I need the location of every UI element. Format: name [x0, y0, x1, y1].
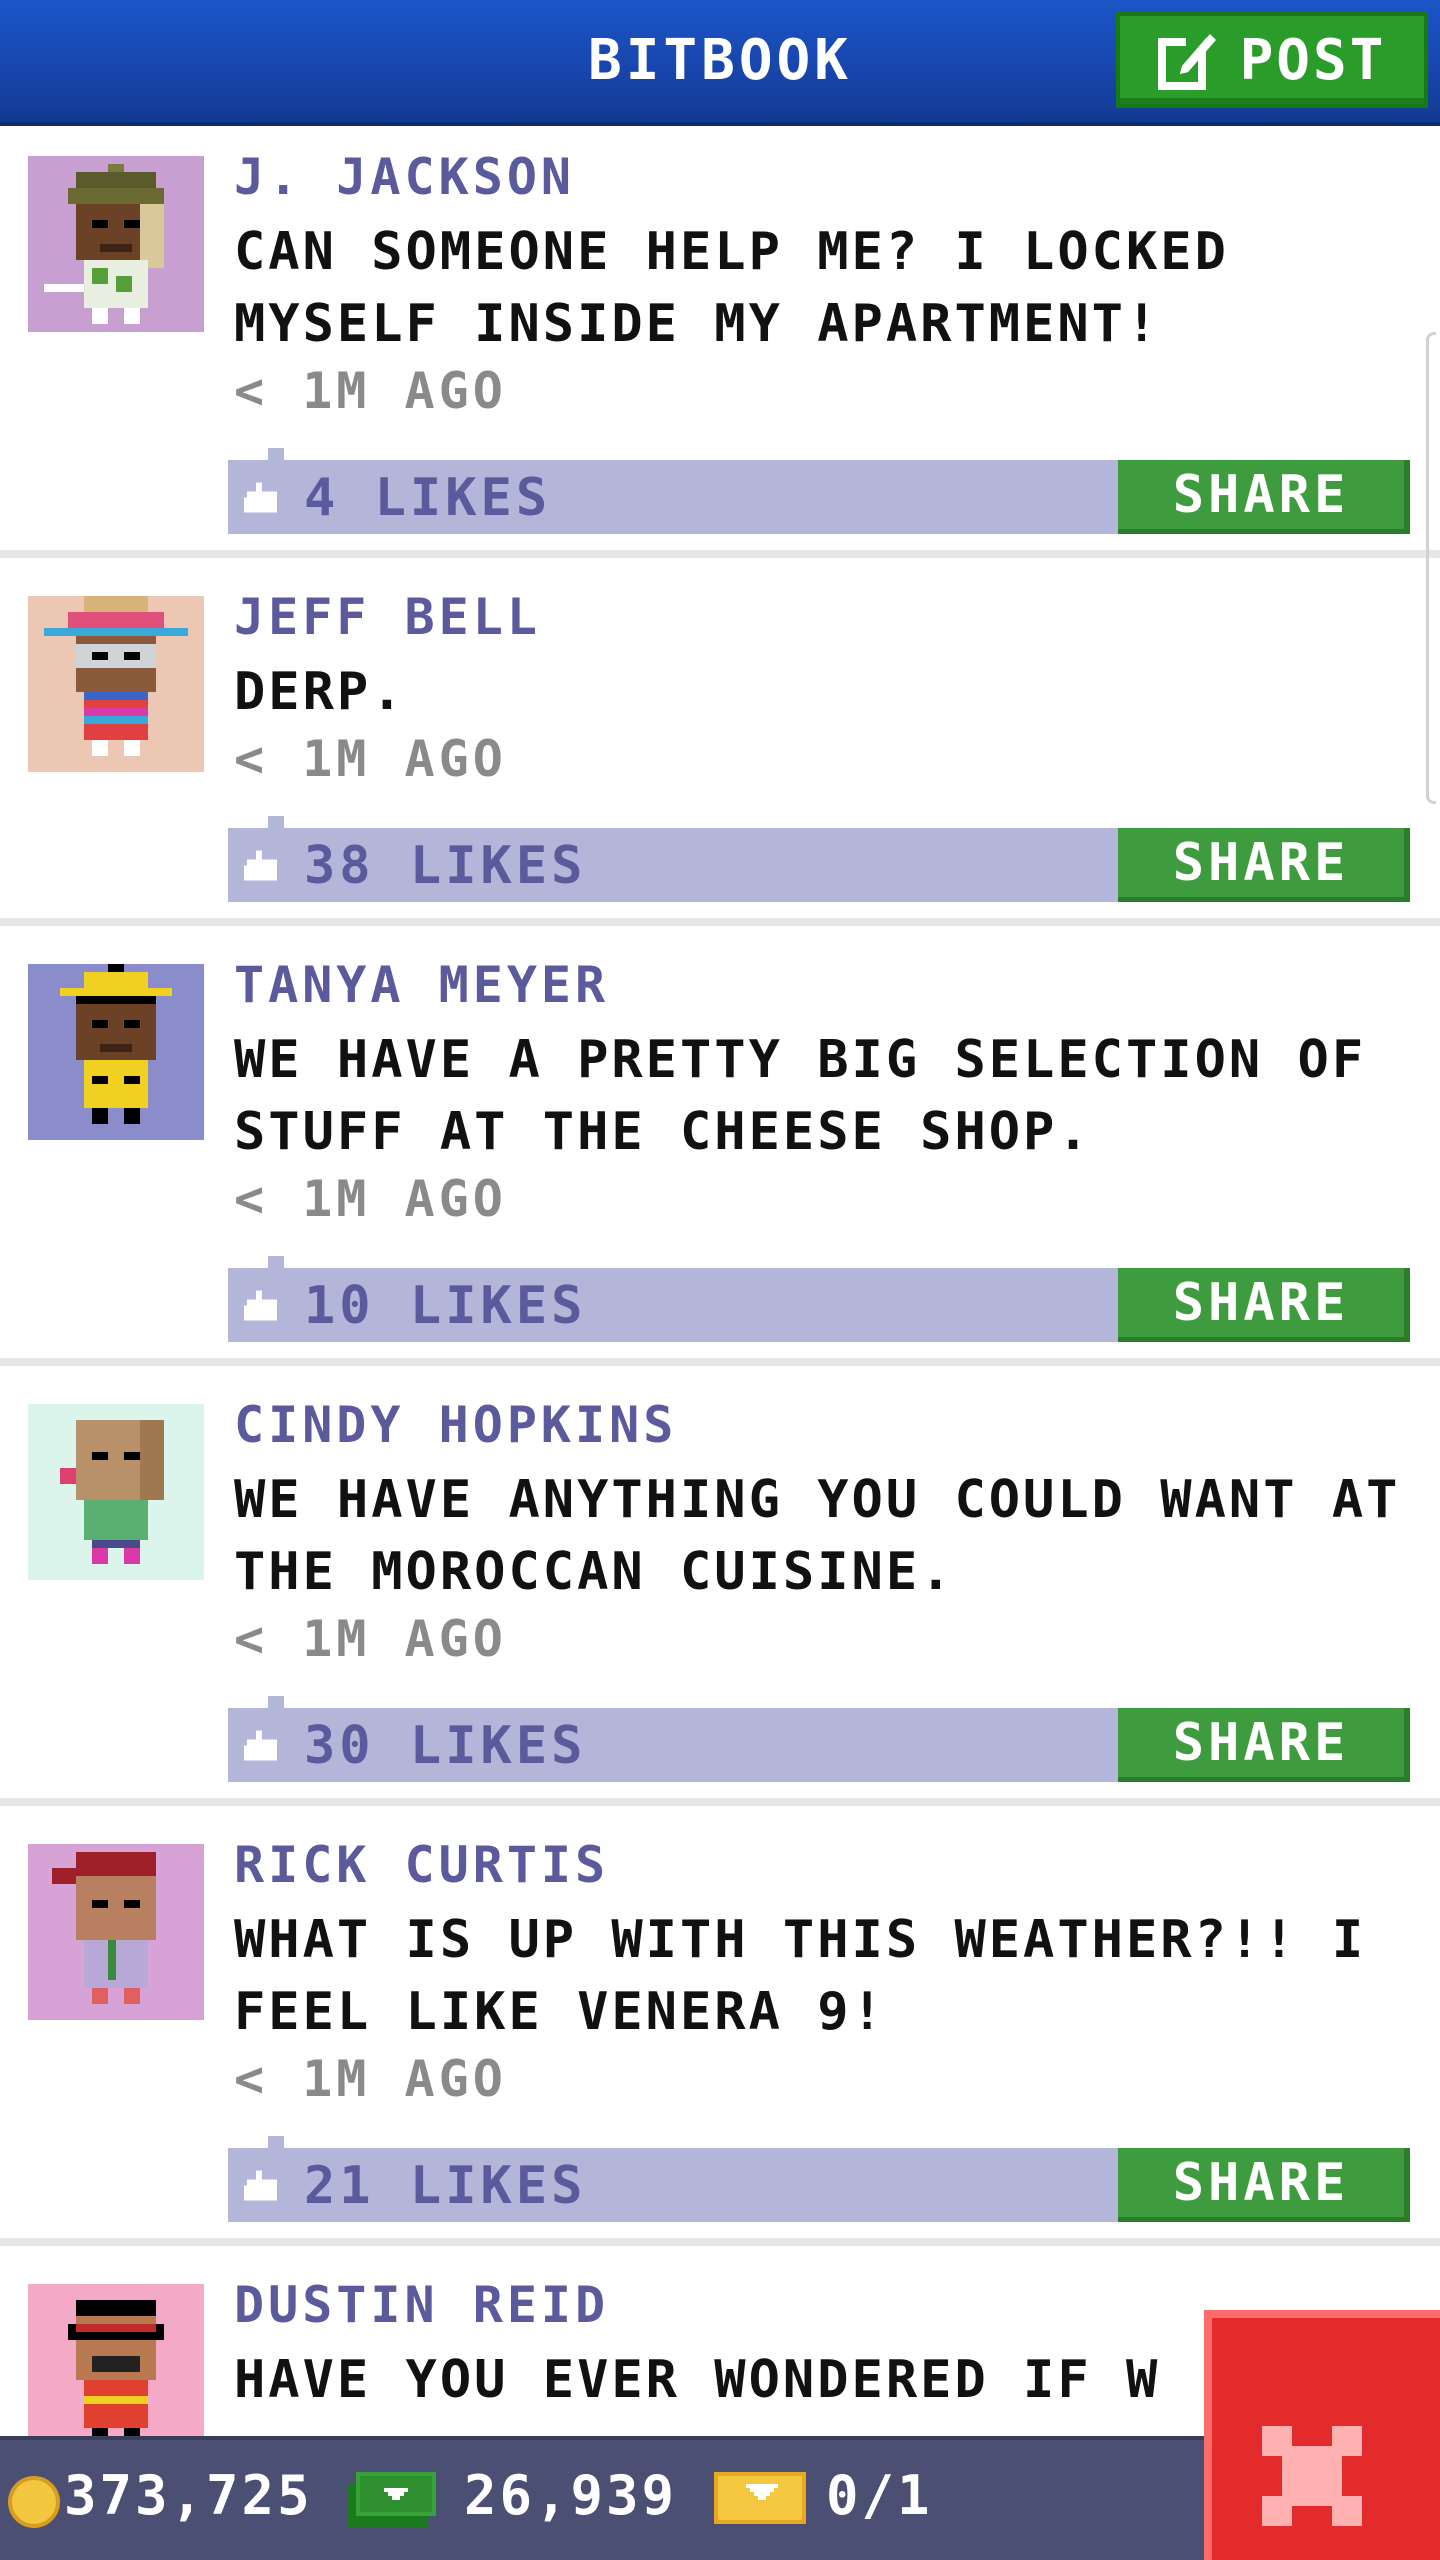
thumbs-up-icon[interactable]	[244, 2170, 280, 2204]
feed-post: CINDY HOPKINS WE HAVE ANYTHING YOU COULD…	[0, 1374, 1440, 1806]
share-button[interactable]: SHARE	[1118, 2148, 1410, 2222]
thumbs-up-icon[interactable]	[244, 850, 280, 884]
feed-post: J. JACKSON CAN SOMEONE HELP ME? I LOCKED…	[0, 126, 1440, 558]
post-time: < 1M AGO	[234, 1610, 507, 1668]
likes-count: 30 LIKES	[304, 1716, 587, 1776]
post-message: WE HAVE A PRETTY BIG SELECTION OF STUFF …	[234, 1030, 1367, 1162]
post-author[interactable]: JEFF BELL	[234, 588, 541, 646]
thumbs-up-icon[interactable]	[244, 1290, 280, 1324]
post-author[interactable]: TANYA MEYER	[234, 956, 609, 1014]
feed-post: JEFF BELL DERP. < 1M AGO 38 LIKES SHARE	[0, 566, 1440, 926]
divider	[0, 918, 1440, 926]
likes-bar: 38 LIKES SHARE	[228, 816, 1410, 902]
share-button[interactable]: SHARE	[1118, 828, 1410, 902]
likes-count: 38 LIKES	[304, 836, 587, 896]
bux-count: 26,939	[464, 2464, 678, 2527]
bux-icon	[348, 2472, 436, 2528]
divider	[0, 550, 1440, 558]
avatar	[28, 596, 204, 772]
person-avatar-icon	[60, 964, 172, 1124]
post-time: < 1M AGO	[234, 730, 507, 788]
likes-bar: 10 LIKES SHARE	[228, 1256, 1410, 1342]
ticket-icon	[714, 2472, 806, 2524]
share-button[interactable]: SHARE	[1118, 1268, 1410, 1342]
coins-count: 373,725	[64, 2464, 313, 2527]
person-avatar-icon	[44, 164, 164, 324]
post-message: DERP.	[234, 662, 406, 722]
post-button[interactable]: POST	[1116, 12, 1428, 108]
share-button[interactable]: SHARE	[1118, 1708, 1410, 1782]
post-author[interactable]: RICK CURTIS	[234, 1836, 609, 1894]
post-author[interactable]: J. JACKSON	[234, 148, 575, 206]
coin-icon	[8, 2476, 60, 2528]
post-time: < 1M AGO	[234, 2050, 507, 2108]
likes-count: 21 LIKES	[304, 2156, 587, 2216]
divider	[0, 1358, 1440, 1366]
likes-bar: 21 LIKES SHARE	[228, 2136, 1410, 2222]
post-message: WHAT IS UP WITH THIS WEATHER?!! I FEEL L…	[234, 1910, 1367, 2042]
post-author[interactable]: DUSTIN REID	[234, 2276, 609, 2334]
avatar	[28, 964, 204, 1140]
avatar	[28, 2284, 204, 2436]
header: BITBOOK POST	[0, 0, 1440, 122]
tickets-count: 0/1	[826, 2464, 933, 2527]
person-avatar-icon	[68, 2300, 164, 2436]
scrollbar[interactable]	[1426, 332, 1436, 804]
divider	[0, 1798, 1440, 1806]
feed-post: RICK CURTIS WHAT IS UP WITH THIS WEATHER…	[0, 1814, 1440, 2246]
close-icon	[1262, 2426, 1362, 2526]
post-message: WE HAVE ANYTHING YOU COULD WANT AT THE M…	[234, 1470, 1401, 1602]
divider	[0, 2238, 1440, 2246]
avatar	[28, 1404, 204, 1580]
post-author[interactable]: CINDY HOPKINS	[234, 1396, 677, 1454]
person-avatar-icon	[52, 1852, 156, 2004]
share-button[interactable]: SHARE	[1118, 460, 1410, 534]
feed[interactable]: J. JACKSON CAN SOMEONE HELP ME? I LOCKED…	[0, 126, 1440, 2436]
post-time: < 1M AGO	[234, 362, 507, 420]
feed-post: TANYA MEYER WE HAVE A PRETTY BIG SELECTI…	[0, 934, 1440, 1366]
post-message: CAN SOMEONE HELP ME? I LOCKED MYSELF INS…	[234, 222, 1229, 354]
likes-count: 10 LIKES	[304, 1276, 587, 1336]
avatar	[28, 1844, 204, 2020]
thumbs-up-icon[interactable]	[244, 482, 280, 516]
avatar	[28, 156, 204, 332]
post-time: < 1M AGO	[234, 1170, 507, 1228]
likes-bar: 30 LIKES SHARE	[228, 1696, 1410, 1782]
close-button[interactable]	[1204, 2310, 1440, 2560]
person-avatar-icon	[60, 1420, 164, 1564]
likes-bar: 4 LIKES SHARE	[228, 448, 1410, 534]
thumbs-up-icon[interactable]	[244, 1730, 280, 1764]
likes-count: 4 LIKES	[304, 468, 552, 528]
person-avatar-icon	[44, 596, 188, 756]
post-button-label: POST	[1239, 27, 1387, 93]
edit-icon	[1157, 34, 1216, 90]
